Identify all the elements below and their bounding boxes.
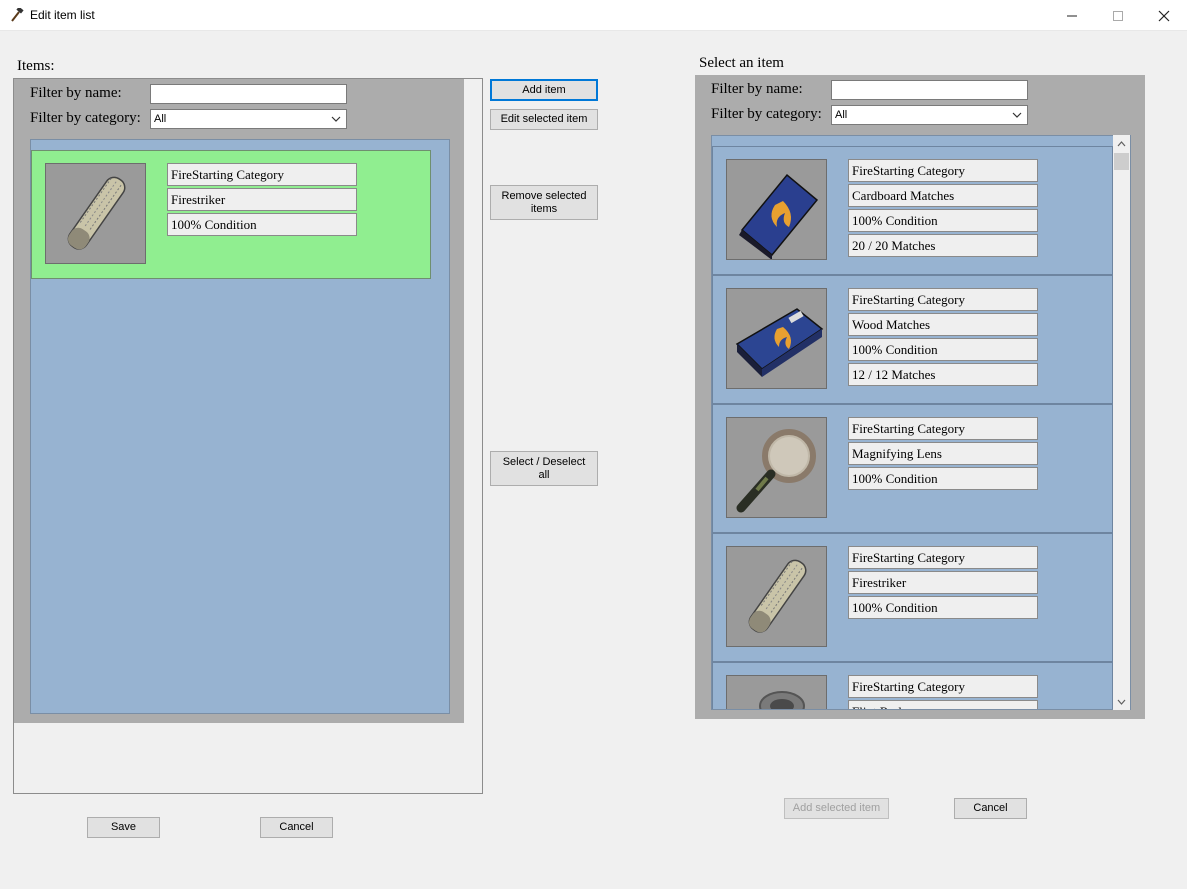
maximize-icon[interactable] (1095, 0, 1141, 31)
item-condition-field: 100% Condition (848, 596, 1038, 619)
list-item[interactable]: FireStarting Category Cardboard Matches … (712, 146, 1113, 275)
filter-category-value: All (154, 113, 167, 125)
save-button[interactable]: Save (87, 817, 160, 838)
catalog-filter-name-input[interactable] (831, 80, 1028, 100)
add-selected-item-button[interactable]: Add selected item (784, 798, 889, 819)
hammer-icon (10, 6, 24, 22)
item-category-field: FireStarting Category (848, 417, 1038, 440)
select-deselect-all-button[interactable]: Select / Deselect all (490, 451, 598, 486)
item-condition-field: 100% Condition (167, 213, 357, 236)
chevron-down-icon (331, 116, 341, 122)
add-item-button[interactable]: Add item (490, 79, 598, 101)
item-category-field: FireStarting Category (848, 288, 1038, 311)
list-item[interactable]: FireStarting Category Magnifying Lens 10… (712, 404, 1113, 533)
item-name-field: Cardboard Matches (848, 184, 1038, 207)
firestriker-image (726, 546, 827, 647)
remove-selected-items-button[interactable]: Remove selected items (490, 185, 598, 220)
firestriker-image (45, 163, 146, 264)
cancel-button[interactable]: Cancel (260, 817, 333, 838)
filter-category-select[interactable]: All (150, 109, 347, 129)
wood-matches-image (726, 288, 827, 389)
filter-name-label: Filter by name: (30, 85, 122, 101)
item-condition-field: 100% Condition (848, 338, 1038, 361)
cardboard-matches-image (726, 159, 827, 260)
item-name-field: Flint Rod (848, 700, 1038, 709)
minimize-icon[interactable] (1049, 0, 1095, 31)
item-category-field: FireStarting Category (848, 546, 1038, 569)
select-item-group-label: Select an item (699, 55, 784, 71)
list-item[interactable]: FireStarting Category Wood Matches 100% … (712, 275, 1113, 404)
window-title: Edit item list (30, 8, 95, 22)
catalog-filter-category-value: All (835, 109, 848, 121)
item-category-field: FireStarting Category (848, 159, 1038, 182)
catalog-cancel-button[interactable]: Cancel (954, 798, 1027, 819)
flint-rod-image (726, 675, 827, 709)
item-category-field: FireStarting Category (167, 163, 357, 186)
catalog-filter-category-select[interactable]: All (831, 105, 1028, 125)
item-category-field: FireStarting Category (848, 675, 1038, 698)
chevron-down-icon (1012, 112, 1022, 118)
item-name-field: Magnifying Lens (848, 442, 1038, 465)
list-item[interactable]: FireStarting Category Firestriker 100% C… (712, 533, 1113, 662)
item-condition-field: 100% Condition (848, 209, 1038, 232)
item-name-field: Firestriker (167, 188, 357, 211)
scroll-down-icon[interactable] (1113, 693, 1130, 710)
title-bar: Edit item list (0, 0, 1187, 31)
item-quantity-field: 20 / 20 Matches (848, 234, 1038, 257)
list-item[interactable]: FireStarting Category Flint Rod (712, 662, 1113, 709)
item-name-field: Wood Matches (848, 313, 1038, 336)
item-name-field: Firestriker (848, 571, 1038, 594)
scroll-up-icon[interactable] (1113, 135, 1130, 152)
item-quantity-field: 12 / 12 Matches (848, 363, 1038, 386)
magnifying-lens-image (726, 417, 827, 518)
filter-name-input[interactable] (150, 84, 347, 104)
close-icon[interactable] (1141, 0, 1187, 31)
catalog-filter-name-label: Filter by name: (711, 81, 803, 97)
list-item[interactable]: FireStarting Category Firestriker 100% C… (31, 150, 431, 279)
edit-selected-item-button[interactable]: Edit selected item (490, 109, 598, 130)
filter-category-label: Filter by category: (30, 110, 141, 126)
catalog-filter-category-label: Filter by category: (711, 106, 822, 122)
items-group-label: Items: (17, 58, 55, 74)
catalog-list[interactable]: FireStarting Category Cardboard Matches … (711, 135, 1131, 710)
catalog-scrollbar[interactable] (1113, 135, 1130, 710)
scroll-thumb[interactable] (1114, 153, 1129, 170)
item-condition-field: 100% Condition (848, 467, 1038, 490)
